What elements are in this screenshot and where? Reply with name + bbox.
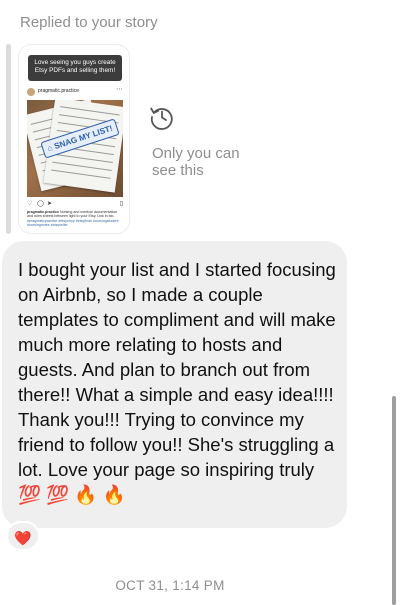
reply-quote-bar [6,44,11,234]
share-icon: ➤ [47,201,53,207]
heart-reaction-icon[interactable]: ❤️ [6,521,40,551]
bookmark-icon: ▯ [119,201,123,207]
comment-icon: ◯ [37,201,44,207]
post-actions: ♡ ◯ ➤ ▯ [27,200,123,208]
caption-hashtags: #pragmaticpractice #etsyshop #etsyfinds … [27,218,119,227]
post-avatar [27,88,35,96]
message-bubble[interactable]: I bought your list and I started focusin… [2,241,347,528]
more-icon: ⋯ [116,86,123,93]
heart-icon: ♡ [27,201,33,207]
story-preview-card[interactable]: Love seeing you guys create Etsy PDFs an… [19,45,129,233]
post-photo: ⌂ SNAG MY LIST! [27,100,123,197]
post-header: pragmatic.practice ⋯ [27,86,123,97]
post-caption: pragmatic.practice Nursing and medical d… [27,210,123,230]
history-icon [150,107,173,130]
message-text: I bought your list and I started focusin… [18,259,336,505]
story-banner-text: Love seeing you guys create Etsy PDFs an… [28,55,122,81]
replied-to-story-label: Replied to your story [20,14,158,31]
message-timestamp: OCT 31, 1:14 PM [115,578,225,593]
post-username: pragmatic.practice [38,88,79,94]
only-you-can-see-this: Only you can see this [152,145,240,179]
scrollbar[interactable] [392,396,396,605]
